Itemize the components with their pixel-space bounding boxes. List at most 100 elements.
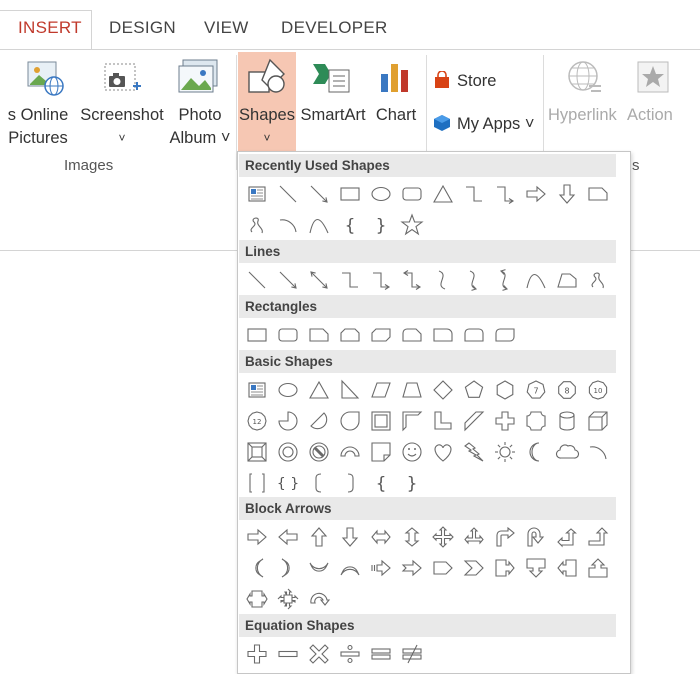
shape-chord-icon[interactable]: [306, 408, 332, 434]
shape-cube-icon[interactable]: [585, 408, 611, 434]
hyperlink-button[interactable]: Hyperlink: [548, 104, 617, 127]
shape-dodecagon-12-icon[interactable]: 12: [244, 408, 270, 434]
shape-plus-icon[interactable]: [244, 641, 270, 667]
shape-arc-icon[interactable]: [585, 439, 611, 465]
shape-donut-icon[interactable]: [275, 439, 301, 465]
shape-text-box-icon[interactable]: [244, 181, 270, 207]
shape-curved-right-arrow-icon[interactable]: [244, 555, 270, 581]
shape-right-bracket-icon[interactable]: [337, 470, 363, 496]
shape-plaque-icon[interactable]: [523, 408, 549, 434]
shape-striped-right-arrow-icon[interactable]: [368, 555, 394, 581]
shape-snip-single-corner-icon[interactable]: [306, 322, 332, 348]
screenshot-button[interactable]: Screenshot ˅: [76, 104, 168, 150]
shape-minus-icon[interactable]: [275, 641, 301, 667]
shape-elbow-arrow-connector-icon[interactable]: [368, 267, 394, 293]
photo-album-button[interactable]: Photo Album ˅: [164, 104, 236, 150]
shape-lightning-icon[interactable]: [461, 439, 487, 465]
shape-oval-icon[interactable]: [368, 181, 394, 207]
shape-left-brace-icon[interactable]: {: [368, 470, 394, 496]
tab-design[interactable]: DESIGN: [109, 18, 176, 38]
shape-quad-arrow-callout-icon[interactable]: [275, 586, 301, 612]
shape-frame-icon[interactable]: [368, 408, 394, 434]
shape-triangle-icon[interactable]: [430, 181, 456, 207]
shape-line-icon[interactable]: [244, 267, 270, 293]
shape-multiply-icon[interactable]: [306, 641, 332, 667]
shape-moon-icon[interactable]: [523, 439, 549, 465]
shape-rounded-rectangle-icon[interactable]: [275, 322, 301, 348]
online-pictures-button[interactable]: s Online Pictures: [2, 104, 74, 150]
shape-pie-icon[interactable]: [275, 408, 301, 434]
shape-elbow-connector-icon[interactable]: [461, 181, 487, 207]
shape-right-brace-icon[interactable]: }: [368, 212, 394, 238]
shape-left-up-arrow-icon[interactable]: [554, 524, 580, 550]
shape-star-5-icon[interactable]: [399, 212, 425, 238]
shape-block-arc-icon[interactable]: [337, 439, 363, 465]
shape-snip-diagonal-icon[interactable]: [368, 322, 394, 348]
shape-scribble-icon[interactable]: [585, 267, 611, 293]
shape-elbow-arrow-connector-icon[interactable]: [492, 181, 518, 207]
shape-rectangle-icon[interactable]: [244, 322, 270, 348]
shape-right-arrow-icon[interactable]: [523, 181, 549, 207]
shape-left-arrow-callout-icon[interactable]: [554, 555, 580, 581]
shape-right-arrow-icon[interactable]: [244, 524, 270, 550]
shape-octagon-8-icon[interactable]: 8: [554, 377, 580, 403]
tab-insert[interactable]: INSERT: [18, 18, 82, 38]
shape-right-triangle-icon[interactable]: [337, 377, 363, 403]
shape-quad-arrow-icon[interactable]: [430, 524, 456, 550]
tab-view[interactable]: VIEW: [204, 18, 249, 38]
shape-teardrop-icon[interactable]: [337, 408, 363, 434]
shape-right-brace-icon[interactable]: }: [399, 470, 425, 496]
tab-developer[interactable]: DEVELOPER: [281, 18, 388, 38]
shape-l-shape-icon[interactable]: [430, 408, 456, 434]
shape-half-frame-icon[interactable]: [399, 408, 425, 434]
shape-curved-connector-icon[interactable]: [430, 267, 456, 293]
shape-freeform-scribble-icon[interactable]: [244, 212, 270, 238]
shape-up-down-arrow-icon[interactable]: [399, 524, 425, 550]
shape-smiley-icon[interactable]: [399, 439, 425, 465]
shape-u-turn-arrow-icon[interactable]: [523, 524, 549, 550]
shape-arrow-line-icon[interactable]: [275, 267, 301, 293]
shape-double-arrow-line-icon[interactable]: [306, 267, 332, 293]
shape-rectangle-icon[interactable]: [337, 181, 363, 207]
shape-curve-icon[interactable]: [523, 267, 549, 293]
shape-heptagon-7-icon[interactable]: 7: [523, 377, 549, 403]
shape-decagon-10-icon[interactable]: 10: [585, 377, 611, 403]
shape-curved-left-arrow-icon[interactable]: [275, 555, 301, 581]
shape-down-arrow-callout-icon[interactable]: [523, 555, 549, 581]
shape-sun-icon[interactable]: [492, 439, 518, 465]
shape-text-box-icon[interactable]: [244, 377, 270, 403]
shape-round-single-corner-icon[interactable]: [430, 322, 456, 348]
shape-cross-icon[interactable]: [492, 408, 518, 434]
shape-up-arrow-callout-icon[interactable]: [585, 555, 611, 581]
shape-notched-right-arrow-icon[interactable]: [399, 555, 425, 581]
shape-down-arrow-icon[interactable]: [554, 181, 580, 207]
shape-left-right-up-arrow-icon[interactable]: [461, 524, 487, 550]
shape-left-right-arrow-icon[interactable]: [368, 524, 394, 550]
shape-down-arrow-icon[interactable]: [337, 524, 363, 550]
shape-snip-rectangle-icon[interactable]: [585, 181, 611, 207]
shape-curve-icon[interactable]: [306, 212, 332, 238]
shape-snip-same-side-icon[interactable]: [337, 322, 363, 348]
shape-equal-icon[interactable]: [368, 641, 394, 667]
shapes-button[interactable]: Shapes ˅: [238, 104, 296, 150]
shape-up-arrow-icon[interactable]: [306, 524, 332, 550]
shape-round-same-side-icon[interactable]: [461, 322, 487, 348]
shape-left-brace-icon[interactable]: {: [337, 212, 363, 238]
shape-elbow-double-arrow-icon[interactable]: [399, 267, 425, 293]
shape-pentagon-icon[interactable]: [461, 377, 487, 403]
chart-button[interactable]: Chart: [370, 104, 422, 127]
shape-left-arrow-icon[interactable]: [275, 524, 301, 550]
shape-parallelogram-icon[interactable]: [368, 377, 394, 403]
shape-line-icon[interactable]: [275, 181, 301, 207]
shape-left-right-arrow-callout-icon[interactable]: [244, 586, 270, 612]
smartart-button[interactable]: SmartArt: [296, 104, 370, 127]
shape-double-bracket-icon[interactable]: [244, 470, 270, 496]
shape-diamond-icon[interactable]: [430, 377, 456, 403]
shape-trapezoid-icon[interactable]: [399, 377, 425, 403]
shape-heart-icon[interactable]: [430, 439, 456, 465]
shape-curved-arrow-connector-icon[interactable]: [461, 267, 487, 293]
my-apps-button[interactable]: My Apps ˅: [457, 113, 535, 136]
shape-bent-arrow-icon[interactable]: [492, 524, 518, 550]
shape-curved-down-arrow-icon[interactable]: [337, 555, 363, 581]
shape-double-brace-icon[interactable]: { }: [275, 470, 301, 496]
